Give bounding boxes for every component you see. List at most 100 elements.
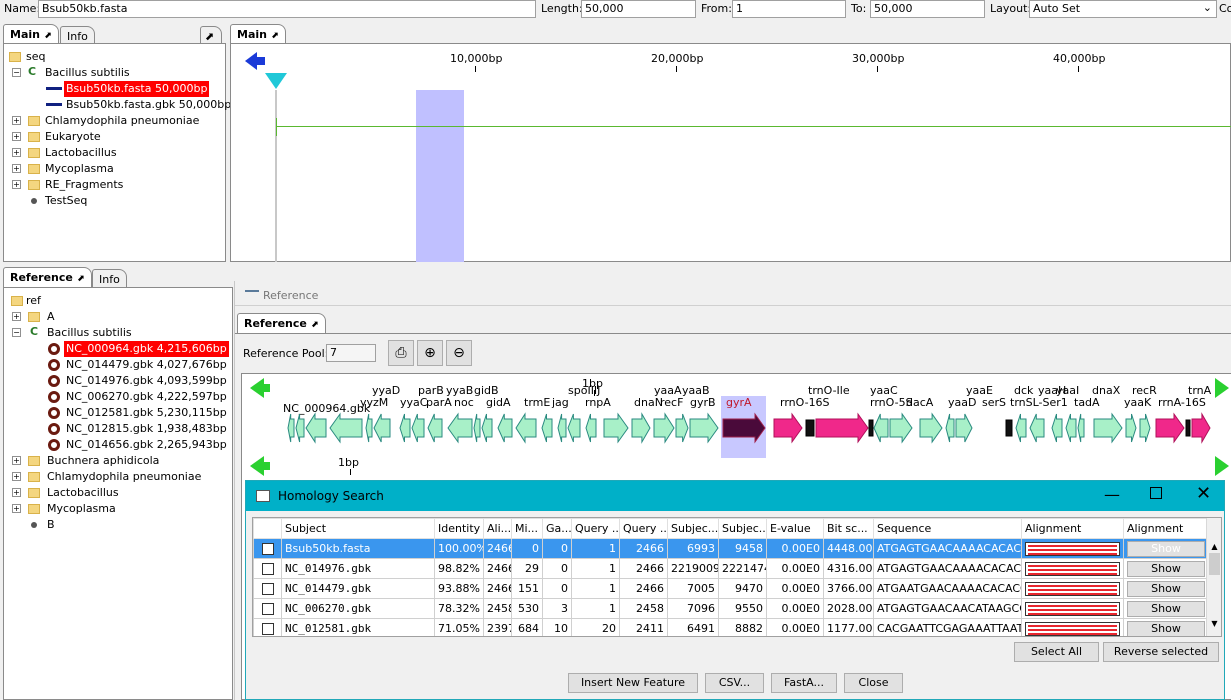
layout-select[interactable]: Auto Set ⌄: [1029, 0, 1217, 18]
gene-feature[interactable]: [305, 412, 327, 444]
tree-item-nc-012815[interactable]: NC_012815.gbk 1,938,483bp: [66, 421, 227, 437]
column-header-check[interactable]: [253, 518, 282, 539]
show-button[interactable]: Show: [1127, 560, 1205, 577]
pin-icon[interactable]: ⬈: [311, 317, 319, 333]
tree-item-chlamydophila[interactable]: Chlamydophila pneumoniae: [45, 113, 199, 129]
collapse-icon[interactable]: −: [12, 68, 21, 77]
close-icon[interactable]: ✕: [1196, 483, 1211, 504]
column-header[interactable]: Subjec...: [718, 518, 767, 539]
expand-icon[interactable]: +: [12, 148, 21, 157]
column-header[interactable]: Bit sc...: [823, 518, 874, 539]
pin-icon[interactable]: ⬈: [271, 28, 279, 44]
row-checkbox[interactable]: [261, 583, 274, 595]
column-header[interactable]: Ali...: [483, 518, 512, 539]
tree-item-nc-012581[interactable]: NC_012581.gbk 5,230,115bp: [66, 405, 227, 421]
gene-feature[interactable]: [675, 413, 689, 443]
position-marker-icon[interactable]: [265, 73, 287, 89]
tree-item-eukaryote[interactable]: Eukaryote: [45, 129, 101, 145]
gene-feature[interactable]: [631, 412, 651, 444]
gene-feature[interactable]: [329, 412, 363, 444]
csv-button[interactable]: CSV...: [705, 673, 764, 693]
tree-item-lactobacillus-ref[interactable]: Lactobacillus: [47, 485, 119, 501]
gene-feature[interactable]: [447, 412, 473, 444]
selection-region[interactable]: [416, 90, 464, 262]
gene-feature[interactable]: [1185, 419, 1191, 437]
gene-feature[interactable]: [567, 413, 581, 443]
tree-item-testseq[interactable]: TestSeq: [45, 193, 87, 209]
tree-item-nc-014976[interactable]: NC_014976.gbk 4,093,599bp: [66, 373, 227, 389]
gene-feature[interactable]: [481, 413, 493, 443]
gene-feature[interactable]: [1191, 412, 1211, 444]
table-row[interactable]: NC_014976.gbk98.82%246629012466221900922…: [253, 558, 1209, 579]
gene-feature[interactable]: [1139, 413, 1151, 443]
tree-item-buchnera[interactable]: Buchnera aphidicola: [47, 453, 159, 469]
gene-feature[interactable]: [1125, 413, 1137, 443]
column-header[interactable]: Ga...: [542, 518, 572, 539]
main-view-canvas[interactable]: 10,000bp 20,000bp 30,000bp 40,000bp: [230, 43, 1231, 262]
gene-feature[interactable]: [1155, 412, 1185, 444]
gene-feature[interactable]: [889, 412, 913, 444]
tree-item-a[interactable]: A: [47, 309, 55, 325]
fasta-button[interactable]: FastA...: [771, 673, 837, 693]
scroll-down-icon[interactable]: ▼: [1207, 619, 1221, 628]
row-checkbox[interactable]: [261, 563, 274, 575]
gene-feature[interactable]: [689, 412, 719, 444]
zoom-in-button[interactable]: ⊕: [417, 340, 443, 366]
row-checkbox[interactable]: [261, 603, 274, 615]
column-header[interactable]: Query ...: [571, 518, 620, 539]
tree-item-bacillus-subtilis-ref[interactable]: Bacillus subtilis: [47, 325, 132, 341]
gene-feature[interactable]: [515, 412, 537, 444]
name-field[interactable]: Bsub50kb.fasta: [38, 0, 536, 18]
show-button[interactable]: Show: [1127, 580, 1205, 597]
tree-item-nc-000964[interactable]: NC_000964.gbk 4,215,606bp: [64, 341, 229, 357]
column-header[interactable]: Identity: [434, 518, 484, 539]
tree-item-chlamydophila-ref[interactable]: Chlamydophila pneumoniae: [47, 469, 201, 485]
gene-feature[interactable]: [773, 412, 803, 444]
show-button[interactable]: Show: [1127, 540, 1205, 557]
gene-feature[interactable]: [722, 412, 766, 444]
pool-field[interactable]: 7: [326, 344, 376, 362]
close-button[interactable]: Close: [844, 673, 903, 693]
tab-reference-tree[interactable]: Reference ⬈: [3, 267, 92, 287]
insert-feature-button[interactable]: Insert New Feature: [568, 673, 698, 693]
tab-reference-view[interactable]: Reference ⬈: [237, 313, 326, 333]
collapse-icon[interactable]: −: [12, 328, 21, 337]
expand-icon[interactable]: +: [12, 472, 21, 481]
gene-feature[interactable]: [1065, 413, 1077, 443]
show-button[interactable]: Show: [1127, 600, 1205, 617]
gene-feature[interactable]: [653, 412, 675, 444]
expand-icon[interactable]: +: [12, 456, 21, 465]
column-header[interactable]: Mi...: [511, 518, 543, 539]
gene-feature[interactable]: [868, 419, 874, 437]
gene-feature[interactable]: [815, 412, 869, 444]
table-row[interactable]: NC_014479.gbk93.88%246615101246670059470…: [253, 578, 1209, 599]
tree-root-seq[interactable]: seq: [26, 49, 45, 65]
gene-feature[interactable]: [945, 413, 955, 443]
vertical-scrollbar[interactable]: ▲ ▼: [1206, 518, 1221, 636]
gene-feature[interactable]: [541, 413, 553, 443]
table-row[interactable]: NC_012581.gbk71.05%239768410202411649188…: [253, 618, 1209, 636]
gene-feature[interactable]: [603, 412, 629, 444]
scroll-up-icon[interactable]: ▲: [1207, 542, 1221, 551]
gene-feature[interactable]: [295, 413, 305, 443]
print-button[interactable]: ⎙: [388, 340, 414, 366]
gene-feature[interactable]: [473, 413, 481, 443]
expand-icon[interactable]: +: [12, 132, 21, 141]
from-field[interactable]: 1: [732, 0, 846, 18]
gene-feature[interactable]: [1015, 413, 1027, 443]
gene-feature[interactable]: [805, 419, 815, 437]
column-header[interactable]: Subject: [281, 518, 435, 539]
to-field[interactable]: 50,000: [870, 0, 985, 18]
table-row[interactable]: NC_006270.gbk78.32%245853031245870969550…: [253, 598, 1209, 619]
gene-feature[interactable]: [427, 413, 443, 443]
pin-icon[interactable]: ⬈: [77, 271, 85, 287]
gene-feature[interactable]: [919, 412, 943, 444]
row-checkbox[interactable]: ✓: [261, 543, 274, 555]
tree-item-mycoplasma-ref[interactable]: Mycoplasma: [47, 501, 116, 517]
gene-feature[interactable]: [411, 413, 425, 443]
gene-feature[interactable]: [365, 413, 373, 443]
column-header[interactable]: Subjec...: [667, 518, 719, 539]
column-header[interactable]: E-value: [766, 518, 824, 539]
select-all-button[interactable]: Select All: [1014, 642, 1099, 662]
tree-item-b[interactable]: B: [47, 517, 55, 533]
